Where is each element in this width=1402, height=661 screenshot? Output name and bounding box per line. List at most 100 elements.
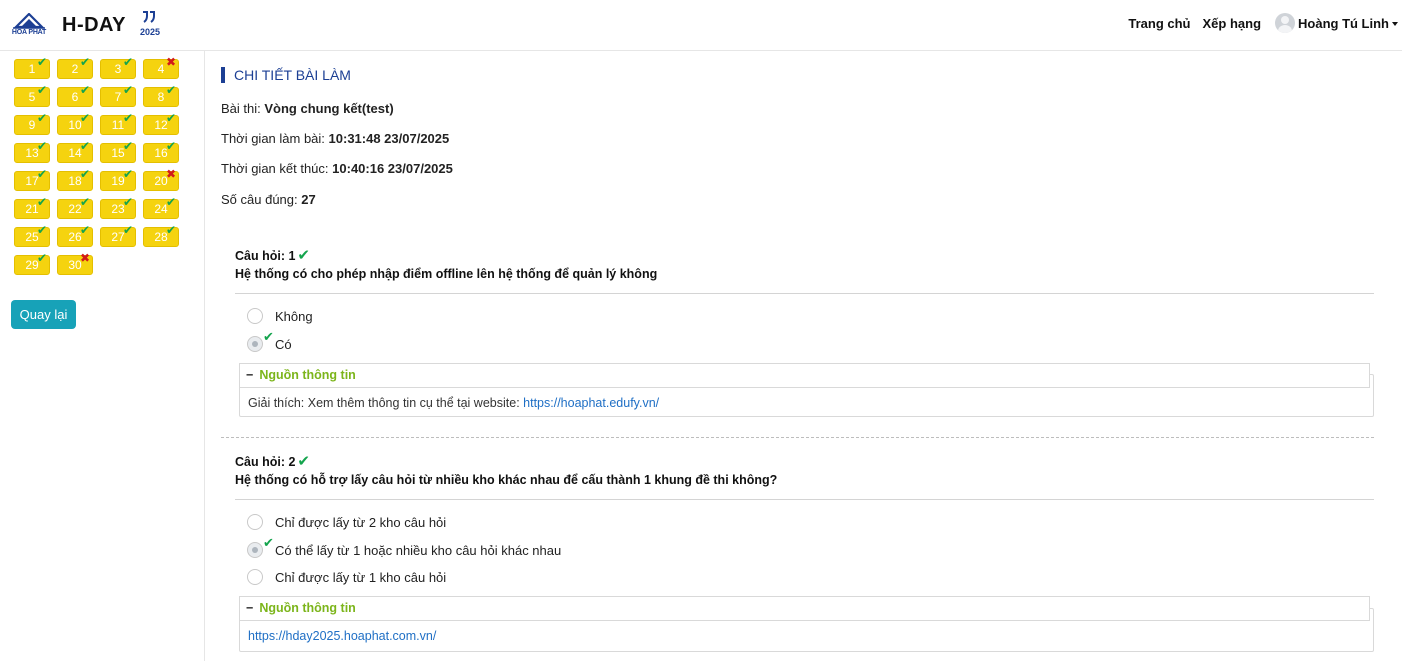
question-1-option-1[interactable]: Không (247, 306, 313, 326)
question-2-option-1[interactable]: Chỉ được lấy từ 2 kho câu hỏi (247, 512, 446, 532)
question-badge[interactable]: 30 ✖ (57, 251, 93, 275)
question-1-text: Hệ thống có cho phép nhập điểm offline l… (235, 267, 658, 281)
minus-icon: − (246, 601, 254, 615)
question-badge[interactable]: 9 ✔ (14, 112, 50, 135)
check-icon: ✔ (79, 167, 90, 181)
question-badge[interactable]: 25 ✔ (14, 223, 50, 247)
check-icon: ✔ (79, 223, 90, 237)
check-icon: ✔ (79, 83, 90, 97)
source-toggle[interactable]: − Nguồn thông tin (239, 596, 1370, 621)
check-icon: ✔ (122, 111, 133, 125)
question-badge[interactable]: 22 ✔ (57, 196, 93, 219)
question-badge[interactable]: 11 ✔ (100, 111, 136, 135)
question-badge[interactable]: 4 ✖ (143, 55, 179, 79)
question-badge[interactable]: 20 ✖ (143, 167, 179, 191)
check-icon: ✔ (165, 139, 176, 153)
check-icon: ✔ (263, 535, 274, 550)
question-badge[interactable]: 18 ✔ (57, 167, 93, 191)
question-badge-number: 7 (114, 90, 122, 104)
radio-button[interactable] (247, 569, 263, 585)
end-time-label: Thời gian kết thúc: (221, 161, 329, 176)
cross-icon: ✖ (165, 167, 176, 181)
question-badge-number: 9 (28, 118, 36, 132)
avatar (1275, 13, 1296, 33)
source-toggle[interactable]: − Nguồn thông tin (239, 363, 1370, 388)
nav-home[interactable]: Trang chủ (1128, 16, 1190, 31)
check-icon: ✔ (122, 139, 133, 153)
quote-marks-icon (143, 11, 155, 23)
end-time-value: 10:40:16 23/07/2025 (332, 161, 453, 176)
check-icon: ✔ (36, 195, 47, 209)
start-time-info: Thời gian làm bài: 10:31:48 23/07/2025 (221, 131, 449, 146)
start-time-label: Thời gian làm bài: (221, 131, 325, 146)
nav-ranking[interactable]: Xếp hạng (1203, 16, 1262, 31)
question-badge[interactable]: 15 ✔ (100, 139, 136, 163)
question-badge[interactable]: 10 ✔ (57, 112, 93, 135)
question-badge-number: 1 (28, 62, 36, 76)
source-label: Nguồn thông tin (259, 601, 356, 615)
question-badge[interactable]: 8 ✔ (143, 83, 179, 107)
cross-icon: ✖ (165, 55, 176, 69)
question-badge[interactable]: 26 ✔ (57, 223, 93, 247)
check-icon: ✔ (79, 139, 90, 153)
question-badge[interactable]: 5 ✔ (14, 83, 50, 107)
cross-icon: ✖ (79, 251, 90, 265)
question-badge[interactable]: 1 ✔ (14, 56, 50, 79)
check-icon: ✔ (36, 223, 47, 237)
radio-button[interactable] (247, 514, 263, 530)
question-badge[interactable]: 7 ✔ (100, 84, 136, 107)
question-badge[interactable]: 3 ✔ (100, 55, 136, 79)
top-nav: Trang chủ Xếp hạng Hoàng Tú Linh (1128, 0, 1402, 46)
check-icon: ✔ (36, 83, 47, 97)
check-icon: ✔ (297, 247, 310, 264)
question-badge-number: 5 (28, 90, 36, 104)
back-button[interactable]: Quay lại (11, 300, 76, 329)
question-badge[interactable]: 24 ✔ (143, 196, 179, 219)
end-time-info: Thời gian kết thúc: 10:40:16 23/07/2025 (221, 161, 453, 176)
question-separator (221, 437, 1374, 438)
question-2-option-3[interactable]: Chỉ được lấy từ 1 kho câu hỏi (247, 567, 446, 587)
question-badge[interactable]: 27 ✔ (100, 224, 136, 247)
check-icon: ✔ (36, 139, 47, 153)
question-badge[interactable]: 2 ✔ (57, 55, 93, 79)
question-1-option-2[interactable]: ✔ Có (247, 329, 292, 354)
source-link[interactable]: https://hday2025.hoaphat.com.vn/ (248, 629, 436, 643)
explanation-text: Giải thích: Xem thêm thông tin cụ thể tạ… (248, 396, 520, 410)
question-badge[interactable]: 28 ✔ (143, 224, 179, 247)
hoaphat-logo[interactable]: HOA PHAT (9, 12, 49, 39)
question-badge[interactable]: 16 ✔ (143, 139, 179, 163)
page-title: CHI TIẾT BÀI LÀM (221, 67, 351, 83)
hday-brand: H-DAY (62, 14, 126, 36)
explanation-link[interactable]: https://hoaphat.edufy.vn/ (523, 396, 659, 410)
top-header: HOA PHAT H-DAY 2025 Trang chủ Xếp hạng H… (0, 0, 1402, 51)
question-grid: 1 ✔ 2 ✔ 3 ✔ 4 ✖ 5 ✔ 6 ✔ 7 ✔ 8 ✔ 9 ✔ 10 ✔ 11 ✔ 12 ✔ 13 ✔ 14 ✔ 15 ✔ 16 ✔ 1… (14, 55, 179, 275)
check-icon: ✔ (122, 55, 133, 69)
question-badge[interactable]: 29 ✔ (14, 252, 50, 275)
question-badge[interactable]: 23 ✔ (100, 195, 136, 219)
question-2: Câu hỏi: 2 ✔ Hệ thống có hỗ trợ lấy câu h… (235, 453, 1374, 658)
user-name: Hoàng Tú Linh (1298, 15, 1389, 31)
question-2-label: Câu hỏi: 2 ✔ (235, 453, 1374, 471)
question-badge[interactable]: 6 ✔ (57, 83, 93, 107)
check-icon: ✔ (165, 83, 176, 97)
question-badge[interactable]: 21 ✔ (14, 195, 50, 219)
question-badge[interactable]: 13 ✔ (14, 139, 50, 163)
radio-button-selected[interactable] (247, 542, 263, 558)
radio-button[interactable] (247, 308, 263, 324)
explanation: Giải thích: Xem thêm thông tin cụ thể tạ… (248, 396, 659, 410)
hday-logo[interactable]: H-DAY 2025 (62, 11, 160, 39)
check-icon: ✔ (79, 55, 90, 69)
user-menu[interactable]: Hoàng Tú Linh (1275, 13, 1398, 33)
radio-button-selected[interactable] (247, 336, 263, 352)
check-icon: ✔ (165, 111, 176, 125)
question-2-option-2[interactable]: ✔ Có thể lấy từ 1 hoặc nhiều kho câu hỏi… (247, 535, 561, 560)
question-1-number: Câu hỏi: 1 (235, 249, 296, 263)
question-badge[interactable]: 19 ✔ (100, 168, 136, 191)
question-badge[interactable]: 14 ✔ (57, 139, 93, 163)
check-icon: ✔ (122, 195, 133, 209)
option-label: Chỉ được lấy từ 2 kho câu hỏi (275, 514, 447, 530)
question-badge[interactable]: 12 ✔ (143, 111, 179, 135)
option-label: Có (275, 336, 292, 352)
question-badge-number: 3 (114, 62, 122, 76)
question-badge[interactable]: 17 ✔ (14, 168, 50, 191)
